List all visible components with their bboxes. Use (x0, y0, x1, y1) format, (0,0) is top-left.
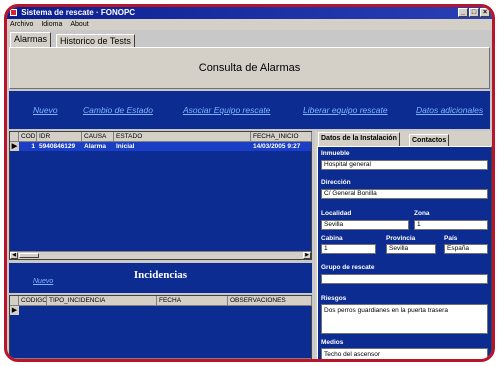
close-icon[interactable]: × (480, 8, 490, 17)
tab-contactos[interactable]: Contactos (409, 134, 450, 146)
col-codigo[interactable]: CODIGO (19, 296, 47, 306)
row-pointer-icon: ▶ (10, 142, 19, 151)
col-fecha[interactable]: FECHA (157, 296, 228, 306)
menu-about[interactable]: About (70, 19, 88, 30)
col-estado[interactable]: ESTADO (114, 132, 251, 142)
main-tabs: Alarmas Historico de Tests (7, 31, 492, 47)
details-form: Inmueble Hospital general Dirección C/ G… (317, 146, 492, 359)
row-pointer-icon: ▶ (10, 306, 19, 315)
incidencias-bar: Nuevo Incidencias (9, 263, 312, 293)
col-tipo-incidencia[interactable]: TIPO_INCIDENCIA (47, 296, 157, 306)
pais-field[interactable]: España (444, 244, 488, 254)
direccion-field[interactable]: C/ General Bonilla (321, 189, 488, 199)
page-title: Consulta de Alarmas (198, 62, 301, 74)
menu-archivo[interactable]: Archivo (10, 19, 33, 30)
cabina-field[interactable]: 1 (321, 244, 376, 254)
nuevo-link[interactable]: Nuevo (33, 105, 58, 115)
pais-label: País (444, 235, 458, 242)
col-cod[interactable]: COD (19, 132, 37, 142)
scroll-right-icon[interactable]: ▶ (303, 252, 311, 259)
scroll-left-icon[interactable]: ◀ (10, 252, 18, 259)
table-row[interactable]: ▶ 1 5940846129 Alarma Inicial 14/03/2005… (10, 142, 311, 151)
medios-textarea[interactable]: Techo del ascensor (321, 348, 488, 359)
window-title: Sistema de rescate · FONOPC (21, 8, 136, 17)
scroll-right-icon[interactable]: ▶ (303, 359, 311, 362)
inmueble-label: Inmueble (321, 150, 350, 157)
provincia-field[interactable]: Sevilla (386, 244, 436, 254)
liberar-equipo-link[interactable]: Liberar equipo rescate (303, 105, 388, 115)
col-causa[interactable]: CAUSA (82, 132, 114, 142)
col-fecha-inicio[interactable]: FECHA_INICIO (251, 132, 312, 142)
grupo-rescate-field[interactable] (321, 274, 488, 284)
details-panel: Datos de la Instalación Contactos Inmueb… (315, 131, 492, 359)
provincia-label: Provincia (386, 235, 416, 242)
scroll-thumb[interactable] (19, 253, 39, 258)
localidad-label: Localidad (321, 210, 352, 217)
grupo-rescate-label: Grupo de rescate (321, 264, 375, 271)
tab-alarmas[interactable]: Alarmas (10, 32, 52, 47)
medios-label: Medios (321, 339, 344, 346)
riesgos-label: Riesgos (321, 295, 347, 302)
menu-bar: Archivo Idioma About (7, 19, 492, 30)
alarms-grid: COD IDR CAUSA ESTADO FECHA_INICIO ▶ 1 59… (9, 131, 312, 260)
asociar-equipo-link[interactable]: Asociar Equipo rescate (183, 105, 270, 115)
maximize-icon[interactable]: □ (469, 8, 479, 17)
riesgos-textarea[interactable]: Dos perros guardianes en la puerta trase… (321, 304, 488, 334)
scroll-thumb[interactable] (19, 360, 39, 362)
zona-field[interactable]: 1 (414, 220, 488, 230)
minimize-icon[interactable]: _ (458, 8, 468, 17)
datos-adicionales-link[interactable]: Datos adicionales (416, 105, 483, 115)
incidencias-grid-scrollbar[interactable]: ◀ ▶ (10, 358, 311, 362)
app-icon (10, 9, 17, 17)
alarms-grid-header: COD IDR CAUSA ESTADO FECHA_INICIO (10, 132, 312, 142)
cabina-label: Cabina (321, 235, 343, 242)
alarms-grid-scrollbar[interactable]: ◀ ▶ (10, 251, 311, 259)
app-window: Sistema de rescate · FONOPC _ □ × Archiv… (4, 4, 495, 362)
incidencias-grid: CODIGO TIPO_INCIDENCIA FECHA OBSERVACION… (9, 295, 312, 362)
cambio-estado-link[interactable]: Cambio de Estado (83, 105, 153, 115)
tab-historico[interactable]: Historico de Tests (56, 34, 135, 47)
action-bar: Nuevo Cambio de Estado Asociar Equipo re… (9, 91, 490, 129)
zona-label: Zona (414, 210, 430, 217)
menu-idioma[interactable]: Idioma (41, 19, 62, 30)
direccion-label: Dirección (321, 179, 351, 186)
inmueble-field[interactable]: Hospital general (321, 160, 488, 170)
page-header: Consulta de Alarmas (9, 47, 490, 89)
incidencias-grid-header: CODIGO TIPO_INCIDENCIA FECHA OBSERVACION… (10, 296, 312, 306)
col-idr[interactable]: IDR (37, 132, 82, 142)
incidencias-title: Incidencias (133, 269, 188, 281)
tab-datos-instalacion[interactable]: Datos de la Instalación (318, 132, 400, 146)
col-observaciones[interactable]: OBSERVACIONES (228, 296, 312, 306)
localidad-field[interactable]: Sevilla (321, 220, 409, 230)
title-bar: Sistema de rescate · FONOPC _ □ × (7, 7, 492, 19)
scroll-left-icon[interactable]: ◀ (10, 359, 18, 362)
